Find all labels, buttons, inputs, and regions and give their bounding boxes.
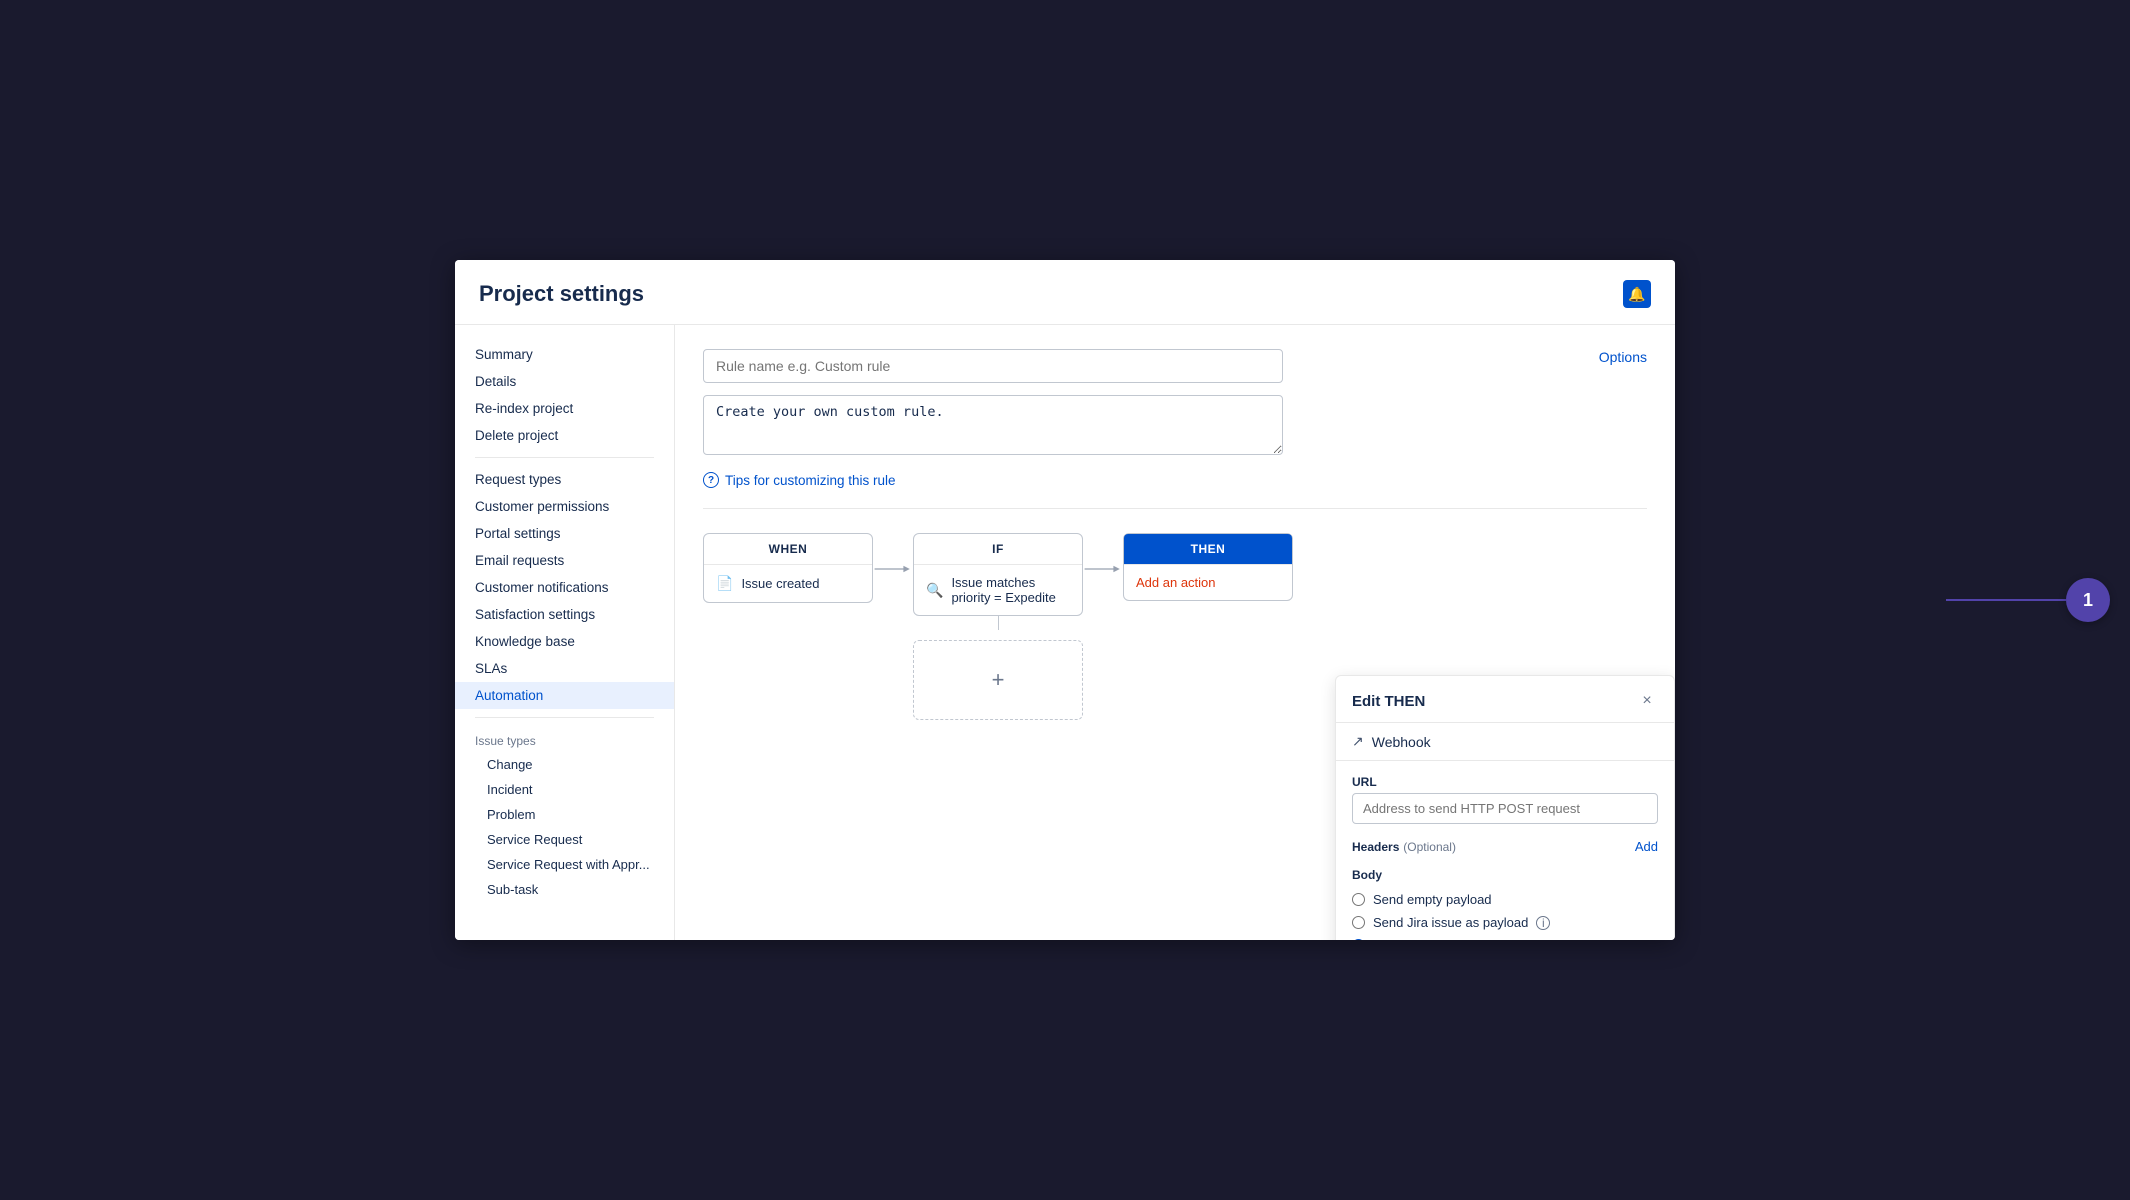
step-line: [1946, 599, 2066, 601]
sidebar-child-problem[interactable]: Problem: [455, 802, 674, 827]
radio-jira-payload[interactable]: Send Jira issue as payload i: [1352, 915, 1658, 930]
sidebar-divider-2: [475, 717, 654, 718]
if-icon: 🔍: [926, 582, 943, 599]
sidebar-item-customer-notifications[interactable]: Customer notifications: [455, 574, 674, 601]
if-header: IF: [914, 534, 1082, 565]
issue-created-icon: 📄: [716, 575, 733, 592]
step-badge: 1: [2066, 578, 2110, 622]
sidebar-item-request-types[interactable]: Request types: [455, 466, 674, 493]
info-icon: i: [1536, 916, 1550, 930]
url-input[interactable]: [1352, 793, 1658, 824]
header-icon: 🔔: [1623, 280, 1651, 308]
then-header: THEN: [1124, 534, 1292, 565]
webhook-icon: ↗: [1352, 733, 1364, 750]
sidebar-divider-1: [475, 457, 654, 458]
flow-arrow-1: [873, 559, 913, 579]
radio-group: Send empty payload Send Jira issue as pa…: [1352, 892, 1658, 940]
sidebar-item-summary[interactable]: Summary: [455, 341, 674, 368]
sidebar-item-reindex[interactable]: Re-index project: [455, 395, 674, 422]
if-body: 🔍 Issue matchespriority = Expedite: [914, 565, 1082, 615]
add-action-text[interactable]: Add an action: [1136, 575, 1216, 590]
step-indicator: 1: [1946, 578, 2110, 622]
sidebar-child-service-request-appr[interactable]: Service Request with Appr...: [455, 852, 674, 877]
then-body: Add an action: [1124, 565, 1292, 600]
if-block: IF 🔍 Issue matchespriority = Expedite +: [913, 533, 1083, 720]
page-title: Project settings: [479, 281, 644, 307]
sidebar-child-subtask[interactable]: Sub-task: [455, 877, 674, 902]
when-label: Issue created: [741, 576, 819, 591]
rule-divider: [703, 508, 1647, 509]
close-button[interactable]: ×: [1636, 690, 1658, 712]
then-card[interactable]: THEN Add an action: [1123, 533, 1293, 601]
edit-then-body: URL Headers (Optional) Add Body: [1336, 761, 1674, 940]
sidebar-section-top: Summary Details Re-index project Delete …: [455, 341, 674, 449]
main-content: Options Create your own custom rule. ? T…: [675, 325, 1675, 940]
tips-text: Tips for customizing this rule: [725, 473, 896, 488]
sidebar-child-change[interactable]: Change: [455, 752, 674, 777]
sidebar-item-portal-settings[interactable]: Portal settings: [455, 520, 674, 547]
tips-link[interactable]: ? Tips for customizing this rule: [703, 472, 1647, 488]
edit-then-panel: Edit THEN × ↗ Webhook URL Headers (Opt: [1335, 675, 1675, 940]
sidebar-group-issue-types: Issue types: [455, 726, 674, 752]
add-condition-card[interactable]: +: [913, 640, 1083, 720]
sidebar-item-automation[interactable]: Automation: [455, 682, 674, 709]
when-block: WHEN 📄 Issue created: [703, 533, 873, 603]
webhook-row: ↗ Webhook: [1336, 723, 1674, 761]
headers-label: Headers (Optional): [1352, 838, 1456, 854]
when-card[interactable]: WHEN 📄 Issue created: [703, 533, 873, 603]
radio-custom-input[interactable]: [1352, 939, 1365, 940]
rule-description-textarea[interactable]: Create your own custom rule.: [703, 395, 1283, 455]
radio-jira-input[interactable]: [1352, 916, 1365, 929]
headers-row: Headers (Optional) Add: [1352, 838, 1658, 854]
body-label: Body: [1352, 868, 1658, 882]
radio-jira-label: Send Jira issue as payload: [1373, 915, 1528, 930]
sidebar-item-knowledge-base[interactable]: Knowledge base: [455, 628, 674, 655]
sidebar-item-satisfaction-settings[interactable]: Satisfaction settings: [455, 601, 674, 628]
sidebar-item-delete[interactable]: Delete project: [455, 422, 674, 449]
options-button[interactable]: Options: [1599, 349, 1647, 365]
if-label: Issue matchespriority = Expedite: [951, 575, 1055, 605]
radio-custom-label: Send custom payload: [1373, 938, 1498, 940]
radio-empty-input[interactable]: [1352, 893, 1365, 906]
tips-icon: ?: [703, 472, 719, 488]
sidebar-item-customer-permissions[interactable]: Customer permissions: [455, 493, 674, 520]
sidebar-item-email-requests[interactable]: Email requests: [455, 547, 674, 574]
app-container: Project settings 🔔 Summary Details Re-in…: [455, 260, 1675, 940]
flow-arrow-2: [1083, 559, 1123, 579]
radio-custom-payload[interactable]: Send custom payload: [1352, 938, 1658, 940]
radio-empty-label: Send empty payload: [1373, 892, 1492, 907]
if-card[interactable]: IF 🔍 Issue matchespriority = Expedite: [913, 533, 1083, 616]
when-header: WHEN: [704, 534, 872, 565]
sidebar-item-details[interactable]: Details: [455, 368, 674, 395]
app-body: Summary Details Re-index project Delete …: [455, 325, 1675, 940]
app-header: Project settings 🔔: [455, 260, 1675, 325]
sidebar-section-mid: Request types Customer permissions Porta…: [455, 466, 674, 709]
headers-add-link[interactable]: Add: [1635, 839, 1658, 854]
if-connector: [998, 616, 999, 630]
webhook-label: Webhook: [1372, 734, 1431, 750]
sidebar-child-incident[interactable]: Incident: [455, 777, 674, 802]
edit-then-title: Edit THEN: [1352, 693, 1425, 710]
sidebar: Summary Details Re-index project Delete …: [455, 325, 675, 940]
sidebar-child-service-request[interactable]: Service Request: [455, 827, 674, 852]
rule-name-input[interactable]: [703, 349, 1283, 383]
sidebar-item-slas[interactable]: SLAs: [455, 655, 674, 682]
radio-empty-payload[interactable]: Send empty payload: [1352, 892, 1658, 907]
when-body: 📄 Issue created: [704, 565, 872, 602]
edit-then-header: Edit THEN ×: [1336, 676, 1674, 723]
url-label: URL: [1352, 775, 1658, 789]
then-block: THEN Add an action: [1123, 533, 1293, 601]
